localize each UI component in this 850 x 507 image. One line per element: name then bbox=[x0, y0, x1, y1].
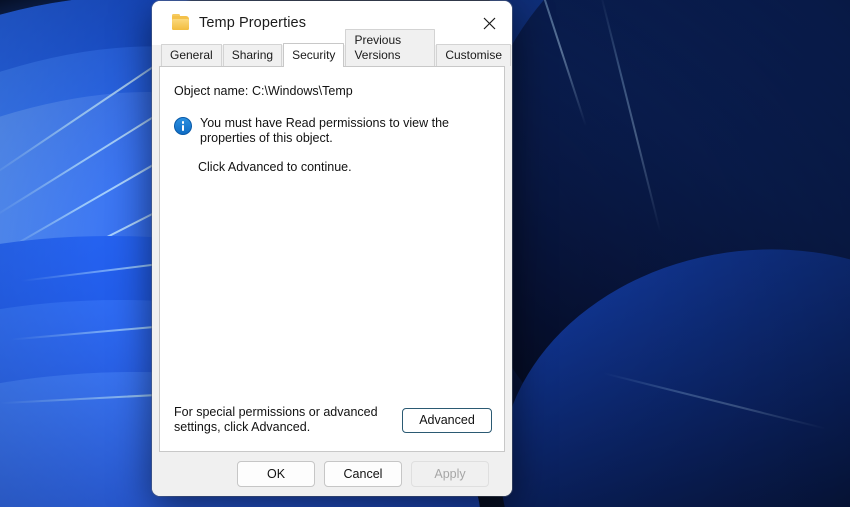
info-message-primary: You must have Read permissions to view t… bbox=[200, 116, 449, 145]
tab-general[interactable]: General bbox=[161, 44, 222, 66]
tab-sharing[interactable]: Sharing bbox=[222, 44, 283, 66]
apply-button: Apply bbox=[411, 461, 489, 487]
tab-security[interactable]: Security bbox=[283, 43, 345, 67]
properties-dialog: Temp Properties General Sharing Security… bbox=[152, 1, 512, 496]
tab-customise[interactable]: Customise bbox=[436, 44, 511, 66]
info-message-block: You must have Read permissions to view t… bbox=[160, 116, 504, 146]
object-name-label: Object name: bbox=[174, 84, 249, 98]
close-icon[interactable] bbox=[466, 1, 512, 45]
title-bar: Temp Properties bbox=[152, 1, 512, 45]
object-name-value: C:\Windows\Temp bbox=[252, 84, 353, 98]
tab-previous-versions[interactable]: Previous Versions bbox=[345, 29, 436, 66]
tab-strip: General Sharing Security Previous Versio… bbox=[152, 29, 512, 67]
advanced-hint-text: For special permissions or advanced sett… bbox=[174, 405, 378, 434]
info-message-secondary: Click Advanced to continue. bbox=[198, 160, 352, 174]
info-icon bbox=[174, 117, 192, 135]
window-title: Temp Properties bbox=[199, 15, 307, 31]
dialog-footer: OK Cancel Apply bbox=[152, 452, 512, 496]
folder-icon bbox=[172, 14, 189, 30]
panel-spacer bbox=[160, 174, 504, 405]
advanced-button[interactable]: Advanced bbox=[402, 407, 492, 433]
cancel-button[interactable]: Cancel bbox=[324, 461, 402, 487]
object-name-row: Object name: C:\Windows\Temp bbox=[160, 67, 504, 98]
security-tab-panel: Object name: C:\Windows\Temp You must ha… bbox=[159, 66, 505, 452]
ok-button[interactable]: OK bbox=[237, 461, 315, 487]
advanced-row: For special permissions or advanced sett… bbox=[160, 405, 504, 451]
